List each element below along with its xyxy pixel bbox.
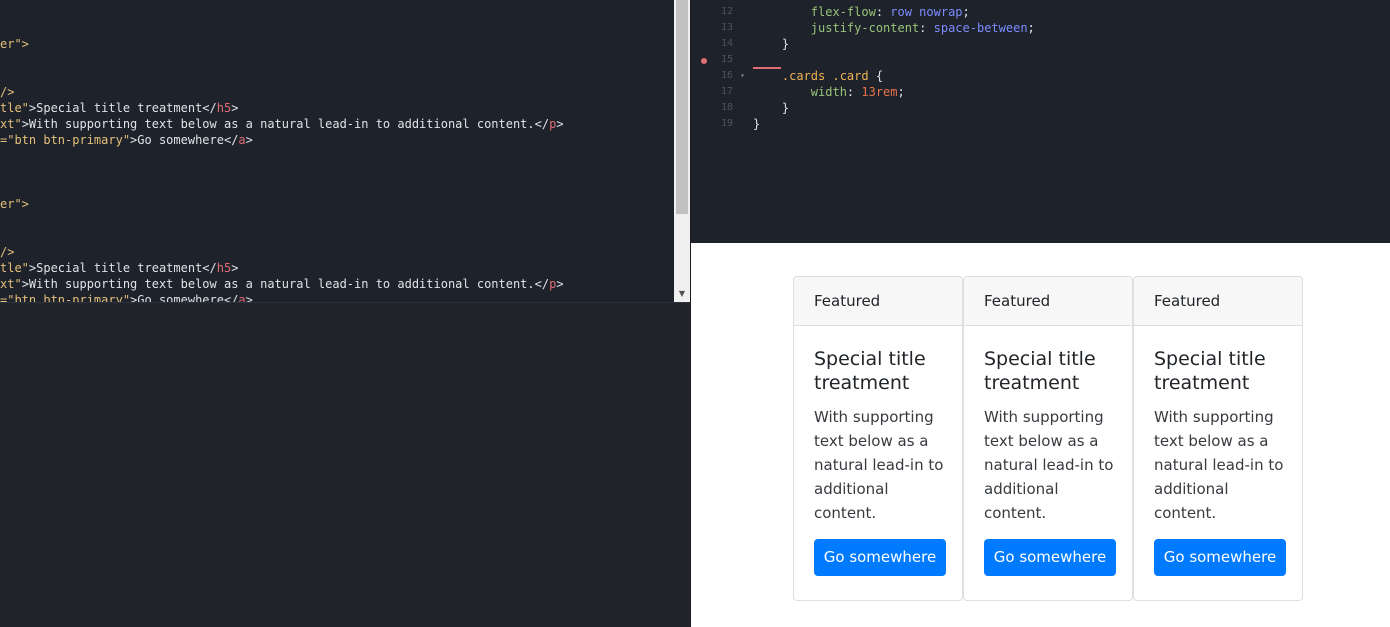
card-title: Special title treatment [984, 348, 1096, 394]
go-somewhere-button[interactable]: Go somewhere [984, 539, 1116, 576]
code-token: tle" [0, 261, 29, 275]
line-number: 15 [720, 54, 733, 65]
css-code-line[interactable]: 16 ▾ .cards .card { [691, 68, 1390, 84]
css-code-line[interactable]: 13 justify-content: space-between; [691, 20, 1390, 36]
css-code: } [753, 101, 790, 115]
card-title: Special title treatment [814, 348, 926, 394]
css-code-line[interactable]: 18 } [691, 100, 1390, 116]
css-code: width: 13rem; [810, 85, 905, 99]
html-code-line[interactable]: tle">Special title treatment</h5> [0, 100, 238, 116]
line-number: 16 [720, 70, 733, 81]
card-text: With supporting text below as a natural … [984, 408, 1114, 522]
code-token: /> [0, 245, 15, 259]
card-text: With supporting text below as a natural … [1154, 408, 1284, 522]
html-code-line[interactable]: er"> [0, 36, 29, 52]
card-body: Special title treatment With supporting t… [964, 326, 1132, 576]
css-code: justify-content: space-between; [810, 21, 1035, 35]
html-code-line[interactable]: ="btn btn-primary">Go somewhere</a> [0, 292, 253, 302]
css-code-line[interactable]: 12 flex-flow: row nowrap; [691, 4, 1390, 20]
line-number: 19 [720, 118, 733, 129]
code-token: h5 [216, 101, 232, 115]
code-token: tle" [0, 101, 29, 115]
html-editor[interactable]: er">/> tle">Special title treatment</h5> x… [0, 0, 690, 302]
html-code-line[interactable]: xt">With supporting text below as a natu… [0, 276, 564, 292]
html-editor-scrollbar[interactable]: ▼ [674, 0, 690, 302]
code-token: > [231, 101, 239, 115]
code-token: > [245, 293, 253, 302]
code-token: xt" [0, 117, 22, 131]
code-token: h5 [216, 261, 232, 275]
code-token: er"> [0, 197, 29, 211]
card-body: Special title treatment With supporting t… [794, 326, 962, 576]
line-number: 13 [720, 22, 733, 33]
code-token: > [556, 277, 564, 291]
css-code-line[interactable]: 15 [691, 52, 1390, 68]
html-code-line[interactable]: xt">With supporting text below as a natu… [0, 116, 564, 132]
code-token: > [231, 261, 239, 275]
css-editor[interactable]: 12 flex-flow: row nowrap; 13 justify-cont… [691, 0, 1390, 243]
card-body: Special title treatment With supporting t… [1134, 326, 1302, 576]
html-code-line[interactable]: /> [0, 84, 14, 100]
code-token: a [238, 293, 246, 302]
scroll-down-arrow-icon[interactable]: ▼ [674, 286, 690, 302]
code-token: >With supporting text below as a natural… [21, 117, 550, 131]
css-code-line[interactable]: 17 width: 13rem; [691, 84, 1390, 100]
card: Featured Special title treatment With supp… [793, 276, 963, 601]
code-token: >Special title treatment</ [28, 261, 217, 275]
html-code-line[interactable]: er"> [0, 196, 29, 212]
code-token: ="btn btn-primary" [0, 133, 131, 147]
css-code-line[interactable]: 19} [691, 116, 1390, 132]
code-token: > [556, 117, 564, 131]
card-title: Special title treatment [1154, 348, 1266, 394]
css-code: .cards .card { [781, 69, 884, 83]
html-code-area[interactable]: er">/> tle">Special title treatment</h5> x… [0, 0, 674, 302]
card-text: With supporting text below as a natural … [814, 408, 944, 522]
fold-arrow-icon[interactable]: ▾ [740, 68, 745, 84]
scrollbar-thumb[interactable] [676, 0, 688, 214]
cards-container: Featured Special title treatment With supp… [793, 276, 1303, 601]
error-dot-icon [701, 58, 707, 64]
html-code-line[interactable]: tle">Special title treatment</h5> [0, 260, 238, 276]
line-number: 14 [720, 38, 733, 49]
card-header: Featured [794, 277, 962, 326]
html-code-line[interactable]: /> [0, 244, 14, 260]
error-underline [753, 67, 781, 69]
card: Featured Special title treatment With supp… [963, 276, 1133, 601]
js-editor-pane[interactable] [0, 302, 690, 627]
card-header: Featured [1134, 277, 1302, 326]
line-number: 17 [720, 86, 733, 97]
go-somewhere-button[interactable]: Go somewhere [814, 539, 946, 576]
code-token: >Go somewhere</ [130, 293, 239, 302]
line-number: 12 [720, 6, 733, 17]
css-code: } [753, 117, 761, 131]
code-token: /> [0, 85, 15, 99]
code-token: a [238, 133, 246, 147]
code-token: > [245, 133, 253, 147]
code-token: ="btn btn-primary" [0, 293, 131, 302]
html-code-line[interactable]: ="btn btn-primary">Go somewhere</a> [0, 132, 253, 148]
card-header: Featured [964, 277, 1132, 326]
css-code-line[interactable]: 14 } [691, 36, 1390, 52]
card: Featured Special title treatment With supp… [1133, 276, 1303, 601]
css-code: } [753, 37, 790, 51]
css-code: flex-flow: row nowrap; [810, 5, 970, 19]
line-number: 18 [720, 102, 733, 113]
code-token: er"> [0, 37, 29, 51]
code-token: >Special title treatment</ [28, 101, 217, 115]
code-token: xt" [0, 277, 22, 291]
go-somewhere-button[interactable]: Go somewhere [1154, 539, 1286, 576]
code-token: >Go somewhere</ [130, 133, 239, 147]
result-preview: Featured Special title treatment With supp… [691, 243, 1390, 627]
code-token: >With supporting text below as a natural… [21, 277, 550, 291]
